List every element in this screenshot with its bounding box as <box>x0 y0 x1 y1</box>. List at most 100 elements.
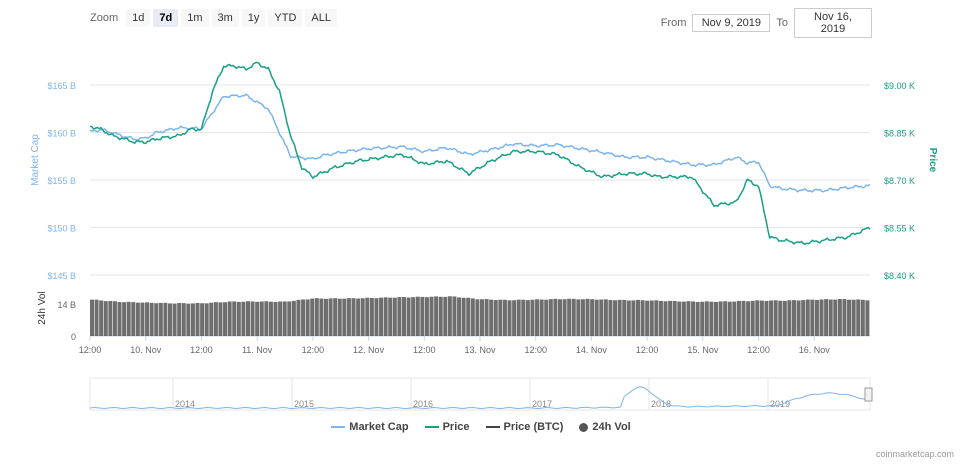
navigator-handle[interactable] <box>864 387 873 402</box>
volume-bar <box>507 300 512 336</box>
y-right-tick-label: $8.40 K <box>884 271 915 281</box>
volume-bar <box>374 298 379 336</box>
x-tick-label: 12:00 <box>79 345 102 355</box>
price-chart[interactable]: $145 B $150 B $155 B $160 B $165 B $8.40 K $8.… <box>0 0 962 465</box>
volume-bar <box>324 298 328 336</box>
volume-bar <box>227 301 232 336</box>
volume-bar <box>452 296 457 336</box>
volume-bar <box>759 300 764 336</box>
volume-bar <box>778 300 783 336</box>
volume-bar <box>296 299 301 336</box>
volume-bar <box>837 299 842 336</box>
volume-bar <box>631 300 636 336</box>
volume-bar <box>117 302 122 336</box>
volume-bar <box>590 299 595 336</box>
volume-bar <box>649 300 654 336</box>
navigator-year-label: 2019 <box>770 399 790 409</box>
volume-bar <box>787 300 792 336</box>
y-volume-tick-label: 14 B <box>57 300 76 310</box>
x-tick-label: 12:00 <box>636 345 659 355</box>
y-right-axis-title: Price <box>927 148 938 173</box>
volume-bar <box>801 300 806 336</box>
x-tick-label: 12:00 <box>413 345 436 355</box>
volume-bar <box>792 300 796 336</box>
volume-bar <box>135 302 140 336</box>
volume-bar <box>668 300 673 336</box>
volume-bar <box>622 299 627 336</box>
legend-item-price-btc[interactable]: Price (BTC) <box>485 421 564 433</box>
volume-bar <box>516 299 521 336</box>
volume-bar <box>741 300 746 336</box>
legend-label-market-cap: Market Cap <box>349 421 409 433</box>
volume-bar <box>365 297 370 336</box>
volume-bar <box>264 301 269 336</box>
legend-item-price[interactable]: Price <box>424 421 470 433</box>
volume-bar <box>714 301 718 336</box>
volume-bar <box>626 300 631 336</box>
y-right-tick-label: $8.55 K <box>884 224 915 234</box>
volume-bar <box>681 301 686 336</box>
volume-bar <box>603 299 608 336</box>
volume-bar <box>480 299 484 336</box>
volume-bar <box>278 301 283 336</box>
volume-bar <box>149 302 154 336</box>
volume-bar <box>686 301 691 336</box>
volume-bar <box>268 301 273 336</box>
volume-bar <box>704 301 709 336</box>
volume-bar <box>636 299 640 336</box>
volume-bar <box>755 300 760 336</box>
price-btc-line-icon <box>485 426 500 428</box>
volume-bar <box>351 298 356 336</box>
volume-bar <box>691 301 696 336</box>
x-tick-label: 14. Nov <box>576 345 608 355</box>
volume-bar <box>90 299 94 336</box>
x-tick-label: 12. Nov <box>353 345 385 355</box>
legend-item-market-cap[interactable]: Market Cap <box>331 421 409 433</box>
legend-label-price-btc: Price (BTC) <box>503 421 564 433</box>
volume-bar <box>177 303 182 336</box>
volume-bar <box>424 297 429 336</box>
credits-link[interactable]: coinmarketcap.com <box>876 449 954 459</box>
volume-bar <box>677 301 682 336</box>
volume-bar <box>769 300 774 336</box>
volume-bar <box>466 297 471 336</box>
volume-bar <box>805 299 810 336</box>
volume-bar <box>512 300 517 336</box>
volume-bar <box>163 302 168 336</box>
legend: Market Cap Price Price (BTC) 24h Vol <box>0 421 962 433</box>
volume-bar <box>535 299 540 336</box>
volume-bar <box>241 301 246 336</box>
volume-bar <box>108 300 113 336</box>
volume-bar <box>140 302 145 336</box>
volume-bar <box>158 302 163 336</box>
volume-bar <box>186 303 191 336</box>
series-price-line <box>89 61 871 246</box>
volume-bar <box>470 298 475 336</box>
volume-bar <box>392 297 397 336</box>
volume-bar <box>181 303 186 336</box>
volume-bar <box>856 299 861 336</box>
y-right-tick-label: $8.70 K <box>884 176 915 186</box>
volume-bar <box>571 298 576 336</box>
volume-bar <box>695 301 700 336</box>
volume-bar <box>851 299 856 336</box>
volume-bar <box>599 299 604 336</box>
price-line-icon <box>424 426 439 428</box>
legend-item-volume[interactable]: 24h Vol <box>579 421 631 433</box>
volume-bar <box>847 299 852 336</box>
legend-label-price: Price <box>442 421 470 433</box>
volume-bar <box>548 299 553 336</box>
volume-bar <box>576 299 581 336</box>
x-tick-label: 12:00 <box>302 345 325 355</box>
market-cap-line-icon <box>331 426 346 428</box>
volume-bar <box>553 298 558 336</box>
volume-bar <box>461 297 466 336</box>
volume-bar <box>489 299 494 336</box>
volume-bar <box>383 297 388 336</box>
volume-bar <box>727 301 732 336</box>
volume-bar <box>860 299 865 336</box>
volume-bar <box>195 302 200 336</box>
volume-bar <box>700 301 705 336</box>
volume-bar <box>236 301 241 336</box>
volume-bar <box>420 296 425 336</box>
